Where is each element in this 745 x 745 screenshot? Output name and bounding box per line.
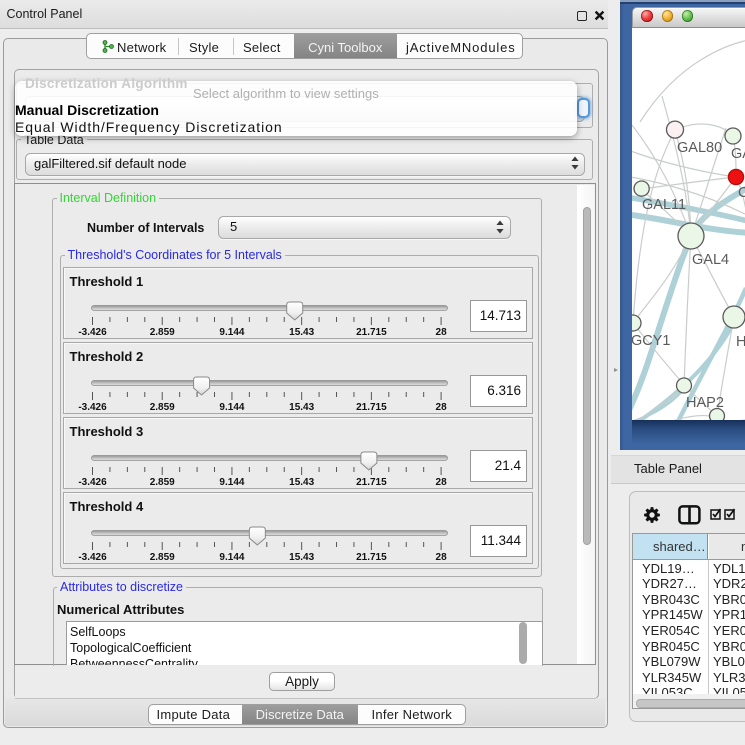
svg-text:GAL11: GAL11 — [642, 197, 686, 213]
svg-text:28: 28 — [435, 327, 447, 338]
svg-text:21.715: 21.715 — [356, 327, 387, 338]
svg-text:15.43: 15.43 — [289, 477, 314, 488]
svg-text:9.144: 9.144 — [219, 477, 244, 488]
svg-text:9.144: 9.144 — [219, 327, 244, 338]
svg-text:15.43: 15.43 — [289, 327, 314, 338]
svg-text:28: 28 — [435, 477, 447, 488]
svg-text:-3.426: -3.426 — [78, 402, 107, 413]
svg-text:2.859: 2.859 — [149, 552, 174, 563]
svg-text:HAP2: HAP2 — [686, 395, 724, 411]
svg-text:-3.426: -3.426 — [78, 327, 107, 338]
svg-text:-3.426: -3.426 — [78, 552, 107, 563]
svg-text:28: 28 — [435, 402, 447, 413]
svg-text:21.715: 21.715 — [356, 402, 387, 413]
svg-text:21.715: 21.715 — [356, 552, 387, 563]
svg-text:9.144: 9.144 — [219, 402, 244, 413]
svg-text:28: 28 — [435, 552, 447, 563]
svg-text:CYC8: CYC8 — [738, 185, 745, 201]
svg-text:GAL80: GAL80 — [677, 140, 722, 156]
svg-text:HAP4: HAP4 — [736, 334, 745, 350]
svg-text:GAL4: GAL4 — [692, 252, 729, 268]
svg-text:2.859: 2.859 — [149, 327, 174, 338]
svg-text:2.859: 2.859 — [149, 477, 174, 488]
svg-text:GCY1: GCY1 — [632, 333, 671, 349]
svg-text:2.859: 2.859 — [149, 402, 174, 413]
svg-text:GAL1: GAL1 — [731, 146, 745, 162]
svg-text:9.144: 9.144 — [219, 552, 244, 563]
svg-text:-3.426: -3.426 — [78, 477, 107, 488]
svg-text:15.43: 15.43 — [289, 552, 314, 563]
svg-text:21.715: 21.715 — [356, 477, 387, 488]
svg-text:15.43: 15.43 — [289, 402, 314, 413]
